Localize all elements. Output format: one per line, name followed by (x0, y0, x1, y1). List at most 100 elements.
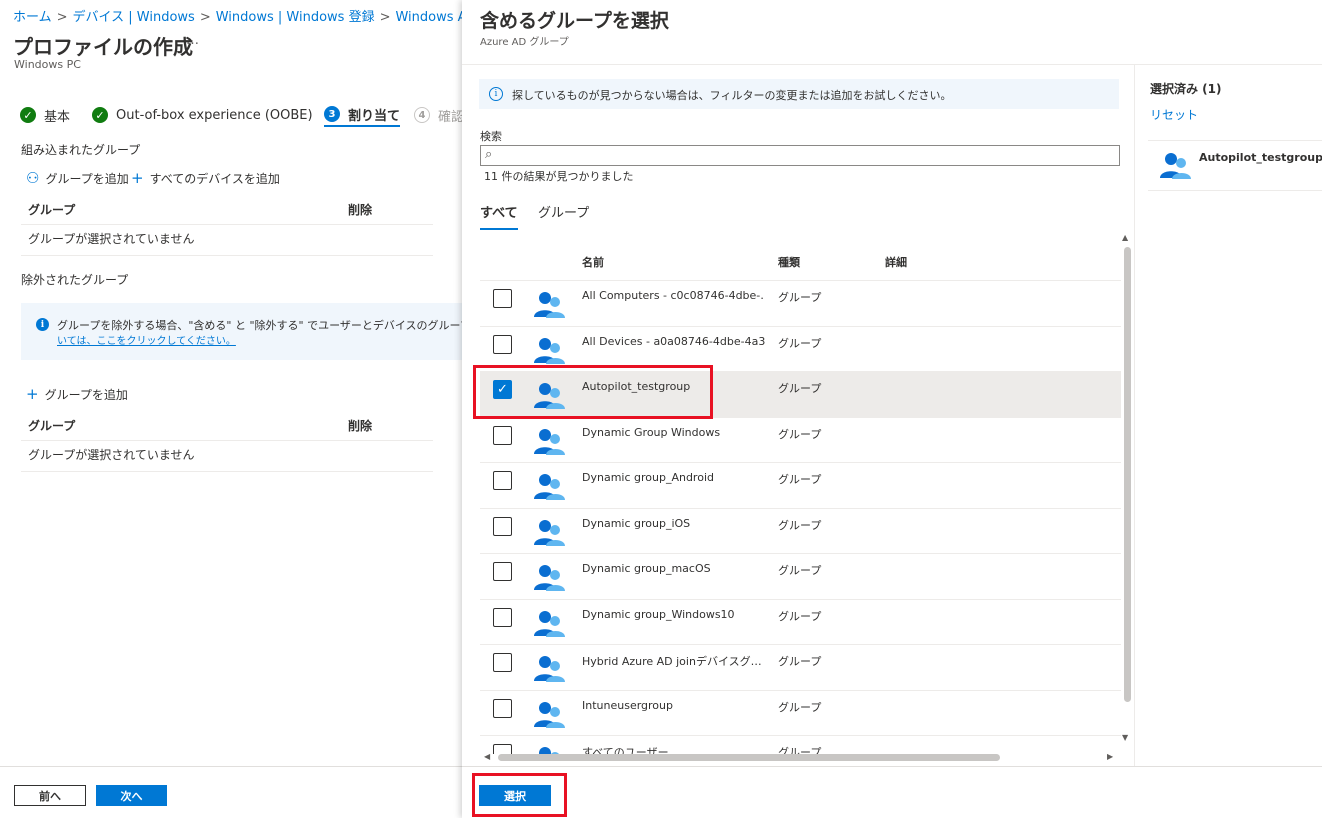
button-label: グループを追加 (44, 387, 128, 402)
row-checkbox[interactable] (493, 289, 512, 308)
search-label: 検索 (480, 130, 502, 143)
table-row[interactable]: All Computers - c0c08746-4dbe-… グループ (480, 281, 1121, 327)
divider (21, 255, 433, 256)
row-checkbox[interactable] (493, 744, 512, 754)
table-row[interactable]: Dynamic group_Windows10 グループ (480, 600, 1121, 645)
row-checkbox[interactable] (493, 425, 512, 445)
footer-divider (462, 766, 1322, 767)
breadcrumb-home[interactable]: ホーム (13, 10, 52, 25)
info-link[interactable]: いては、ここをクリックしてください。 (57, 332, 236, 347)
included-empty-text: グループが選択されていません (28, 232, 195, 246)
col-header-delete: 削除 (348, 419, 373, 433)
result-count: 11 件の結果が見つかりました (484, 170, 634, 183)
plus-icon: + (131, 169, 144, 187)
step-label: 確認 (438, 109, 462, 125)
add-all-devices-button[interactable]: + すべてのデバイスを追加 (131, 169, 280, 187)
panel-subtitle: Azure AD グループ (480, 37, 569, 48)
add-included-group-button[interactable]: ⚇ グループを追加 (26, 169, 129, 187)
table-row[interactable]: Dynamic group_Android グループ (480, 463, 1121, 509)
search-icon: ⌕ (485, 147, 493, 162)
group-people-icon (1160, 153, 1191, 179)
row-name: Dynamic group_iOS (582, 516, 691, 530)
breadcrumb-devices-windows[interactable]: デバイス | Windows (73, 10, 195, 25)
row-type: グループ (778, 655, 822, 668)
page-title: プロファイルの作成 (13, 35, 193, 59)
col-header-type[interactable]: 種類 (778, 254, 800, 270)
step-label: 割り当て (348, 108, 401, 124)
selected-title: 選択済み (1) (1150, 82, 1222, 96)
plus-icon: + (26, 385, 39, 403)
checkmark-circle-icon: ✓ (92, 107, 108, 123)
previous-button[interactable]: 前へ (14, 785, 86, 806)
breadcrumb: ホーム > デバイス | Windows > Windows | Windows 登録 >… (13, 6, 462, 25)
table-body: All Computers - c0c08746-4dbe-… グループ All D… (480, 281, 1121, 754)
step-review[interactable]: 4 確認 (414, 103, 462, 127)
table-row[interactable]: Intuneusergroup グループ (480, 691, 1121, 736)
divider (1134, 64, 1135, 766)
chevron-right-icon: > (56, 10, 68, 25)
step-oobe[interactable]: ✓ Out-of-box experience (OOBE) (92, 103, 313, 127)
breadcrumb-windows-enrollment[interactable]: Windows | Windows 登録 (216, 10, 375, 25)
table-row[interactable]: Dynamic group_iOS グループ (480, 509, 1121, 554)
add-excluded-group-button[interactable]: + グループを追加 (26, 385, 128, 403)
table-row[interactable]: すべてのユーザー グループ (480, 736, 1121, 754)
button-label: すべてのデバイスを追加 (149, 171, 280, 186)
tab-groups[interactable]: グループ (538, 202, 589, 221)
row-checkbox[interactable] (493, 562, 512, 581)
divider (462, 64, 1322, 65)
table-row[interactable]: Dynamic Group Windows グループ (480, 418, 1121, 463)
row-checkbox[interactable] (493, 698, 512, 718)
checkmark-circle-icon: ✓ (20, 107, 36, 123)
chevron-right-icon: > (199, 10, 211, 25)
table-row[interactable]: Hybrid Azure AD joinデバイスグ… グループ (480, 645, 1121, 691)
group-people-icon (534, 474, 565, 500)
divider (21, 224, 433, 225)
row-checkbox[interactable] (493, 471, 512, 490)
scroll-up-icon[interactable]: ▲ (1122, 233, 1128, 242)
row-name: Dynamic group_Windows10 (582, 607, 735, 621)
row-checkbox[interactable] (493, 653, 512, 672)
col-header-name[interactable]: 名前 (582, 254, 604, 270)
chevron-right-icon: > (379, 10, 391, 25)
scroll-down-icon[interactable]: ▼ (1122, 733, 1128, 742)
divider (1148, 190, 1322, 191)
vertical-scrollbar[interactable] (1124, 247, 1131, 702)
col-header-detail[interactable]: 詳細 (885, 254, 907, 270)
search-input[interactable] (480, 145, 1120, 166)
groups-table: 名前 種類 詳細 All Computers - c0c08746-4dbe-…… (480, 244, 1121, 754)
step-assignments[interactable]: 3 割り当て (324, 103, 401, 127)
row-name: すべてのユーザー (582, 746, 669, 754)
row-name: Dynamic group_macOS (582, 562, 711, 575)
search-info-banner: i 探しているものが見つからない場合は、フィルターの変更または追加をお試しくださ… (479, 79, 1119, 109)
excluded-empty-text: グループが選択されていません (28, 448, 195, 462)
row-checkbox[interactable] (493, 607, 512, 627)
next-button[interactable]: 次へ (96, 785, 167, 806)
table-row[interactable]: Dynamic group_macOS グループ (480, 554, 1121, 600)
row-name: Dynamic group_Android (582, 471, 714, 484)
scroll-left-icon[interactable]: ◀ (484, 752, 490, 761)
row-checkbox[interactable] (493, 334, 512, 354)
breadcrumb-autopilot[interactable]: Windows AutoPi (395, 10, 462, 25)
row-type: グループ (778, 473, 822, 486)
row-checkbox[interactable] (493, 516, 512, 536)
col-header-delete: 削除 (348, 203, 373, 217)
group-people-icon (534, 565, 565, 591)
table-row[interactable]: ✓ Autopilot_testgroup グループ (480, 372, 1121, 418)
group-people-icon (534, 519, 565, 546)
scroll-right-icon[interactable]: ▶ (1107, 752, 1113, 761)
reset-link[interactable]: リセット (1150, 106, 1198, 123)
horizontal-scrollbar[interactable] (498, 754, 1000, 761)
tab-all[interactable]: すべて (480, 202, 518, 230)
row-type: グループ (778, 564, 822, 577)
more-icon[interactable]: … (186, 33, 200, 48)
select-button[interactable]: 選択 (479, 785, 551, 806)
step-basics[interactable]: ✓ 基本 (20, 103, 70, 127)
step-number: 4 (414, 107, 430, 123)
row-checkbox[interactable]: ✓ (493, 380, 512, 399)
group-people-icon (534, 337, 565, 364)
divider (21, 440, 433, 441)
row-type: グループ (778, 336, 822, 350)
step-label: 基本 (44, 109, 71, 125)
info-icon: i (36, 318, 49, 331)
table-row[interactable]: All Devices - a0a08746-4dbe-4a3… グループ (480, 327, 1121, 372)
